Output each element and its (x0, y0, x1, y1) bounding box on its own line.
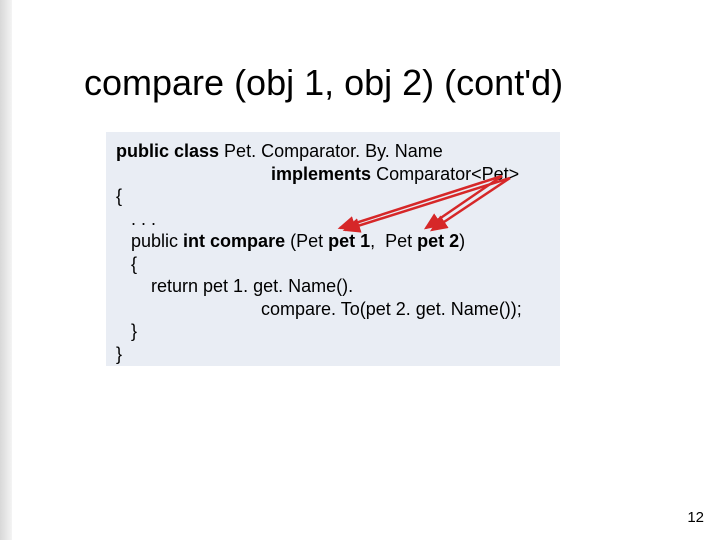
code-l2b: Comparator<Pet> (371, 164, 519, 184)
code-line-1: public class Pet. Comparator. By. Name (116, 140, 550, 163)
slide-title: compare (obj 1, obj 2) (cont'd) (84, 62, 563, 104)
code-l5f: , Pet (370, 231, 417, 251)
code-line-8: compare. To(pet 2. get. Name()); (116, 298, 550, 321)
code-line-5: public int compare (Pet pet 1, Pet pet 2… (116, 230, 550, 253)
code-line-9: } (116, 320, 550, 343)
code-line-2: implements Comparator<Pet> (116, 163, 550, 186)
code-l7a: return (116, 276, 203, 296)
code-l1b: Pet. Comparator. By. Name (219, 141, 443, 161)
code-line-10: } (116, 343, 550, 366)
page-number: 12 (687, 509, 704, 526)
code-line-7: return pet 1. get. Name(). (116, 275, 550, 298)
code-l5a: public (116, 231, 183, 251)
slide-container: compare (obj 1, obj 2) (cont'd) public c… (0, 0, 720, 540)
code-line-3: { (116, 185, 550, 208)
kw-pet1: pet 1 (328, 231, 370, 251)
kw-public-class: public class (116, 141, 219, 161)
kw-implements: implements (116, 164, 371, 184)
code-line-4: . . . (116, 208, 550, 231)
code-l5d: (Pet (285, 231, 328, 251)
kw-int: int (183, 231, 205, 251)
code-box: public class Pet. Comparator. By. Name i… (106, 132, 560, 366)
code-line-6: { (116, 253, 550, 276)
code-l7b: pet 1. get. Name(). (203, 276, 353, 296)
kw-pet2: pet 2 (417, 231, 459, 251)
code-l5h: ) (459, 231, 465, 251)
kw-compare: compare (205, 231, 285, 251)
